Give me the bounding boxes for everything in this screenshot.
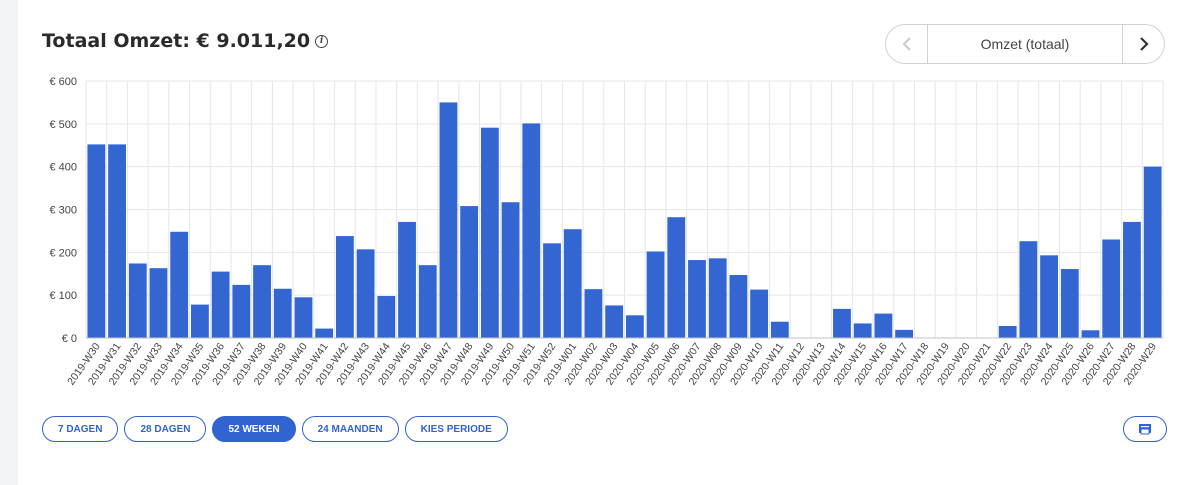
y-tick-label: € 300 — [49, 205, 77, 217]
bar — [253, 265, 271, 338]
bar — [1019, 241, 1038, 338]
bar — [833, 308, 851, 338]
bar — [377, 296, 396, 338]
bar — [1060, 269, 1079, 338]
bar — [480, 127, 499, 339]
bar — [688, 260, 706, 338]
bar — [128, 263, 147, 338]
bar — [191, 304, 209, 338]
bar — [605, 305, 624, 338]
bar — [1102, 239, 1121, 338]
bar — [211, 271, 230, 338]
bar — [770, 321, 789, 338]
bar — [1123, 221, 1141, 338]
bar — [439, 102, 458, 339]
bar — [895, 329, 914, 338]
bar — [149, 268, 168, 338]
y-tick-label: € 400 — [49, 162, 77, 174]
bar — [356, 249, 375, 338]
bar — [625, 315, 644, 338]
bar — [729, 275, 748, 338]
bar-chart: € 0€ 100€ 200€ 300€ 400€ 500€ 6002019-W3… — [49, 76, 1164, 387]
bar — [522, 123, 541, 338]
bar — [273, 288, 292, 338]
bar — [398, 221, 416, 338]
bar — [460, 206, 479, 338]
bar — [646, 251, 665, 338]
bar — [87, 144, 106, 338]
bar — [708, 258, 727, 338]
bar — [874, 313, 893, 338]
y-tick-label: € 200 — [49, 247, 77, 259]
bar — [750, 289, 769, 338]
bar — [1143, 166, 1162, 338]
bar — [418, 265, 437, 338]
bar — [563, 229, 582, 338]
bar — [232, 284, 251, 338]
bar — [335, 236, 354, 338]
bar — [1081, 330, 1100, 338]
y-tick-label: € 0 — [62, 333, 77, 345]
y-tick-label: € 100 — [49, 290, 77, 302]
bar — [294, 297, 313, 338]
y-tick-label: € 500 — [49, 119, 77, 131]
bar — [501, 202, 520, 338]
y-tick-label: € 600 — [49, 76, 77, 88]
bar — [543, 243, 561, 338]
bar — [998, 326, 1017, 338]
bar — [584, 289, 603, 338]
bar — [315, 328, 334, 338]
bar — [108, 144, 126, 338]
bar — [667, 217, 686, 338]
bar — [170, 231, 189, 338]
bar — [1040, 255, 1058, 338]
bar — [853, 323, 872, 338]
